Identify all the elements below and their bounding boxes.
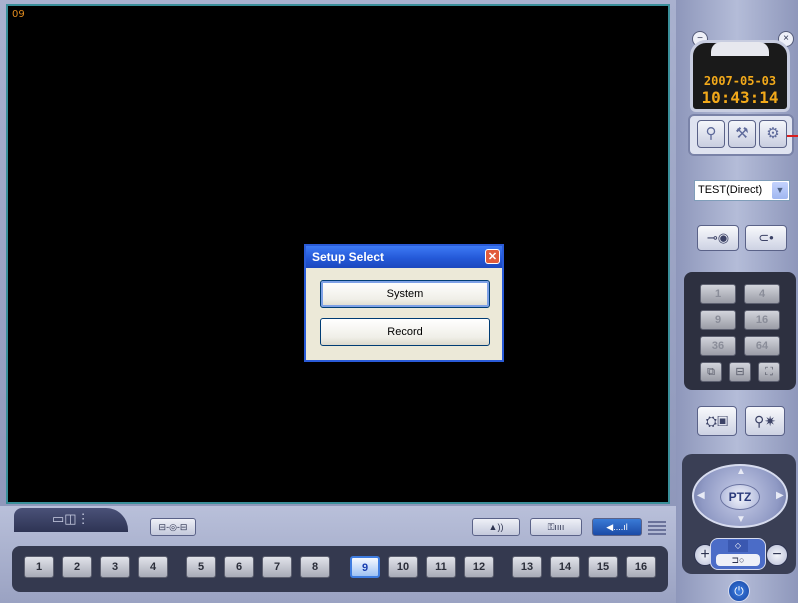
channel-6-button[interactable]: 6 [224, 556, 254, 578]
dialog-title: Setup Select [312, 250, 385, 264]
channel-3-button[interactable]: 3 [100, 556, 130, 578]
split-9-button[interactable]: 9 [700, 310, 736, 330]
ptz-up-icon[interactable]: ▲ [736, 466, 746, 477]
setup-select-dialog: Setup Select ✕ System Record [304, 244, 504, 362]
channel-14-button[interactable]: 14 [550, 556, 580, 578]
split-36-button[interactable]: 36 [700, 336, 736, 356]
channel-4-button[interactable]: 4 [138, 556, 168, 578]
channel-5-button[interactable]: 5 [186, 556, 216, 578]
clock-cap [711, 42, 769, 56]
split-4-button[interactable]: 4 [744, 284, 780, 304]
fullscreen-icon[interactable]: ⛶ [758, 362, 780, 382]
backup-icon[interactable]: ⛭▣ [697, 406, 737, 436]
search-icon[interactable]: ⚲ [697, 120, 725, 148]
single-icon[interactable]: ⊟ [729, 362, 751, 382]
alarm-icon[interactable]: ▲)) [472, 518, 520, 536]
iris-icon[interactable]: ⊐○ [716, 554, 760, 566]
pointer-line [787, 135, 798, 137]
channel-16-button[interactable]: 16 [626, 556, 656, 578]
chevron-down-icon[interactable]: ▼ [772, 182, 788, 199]
site-select[interactable]: TEST(Direct) ▼ [694, 180, 790, 201]
search-event-icon[interactable]: ⚲✷ [745, 406, 785, 436]
channel-13-button[interactable]: 13 [512, 556, 542, 578]
channel-15-button[interactable]: 15 [588, 556, 618, 578]
split-16-button[interactable]: 16 [744, 310, 780, 330]
channel-8-button[interactable]: 8 [300, 556, 330, 578]
ptz-left-icon[interactable]: ◀ [697, 490, 705, 501]
wrench-icon[interactable]: ⚒ [728, 120, 756, 148]
channel-2-button[interactable]: 2 [62, 556, 92, 578]
key-icon[interactable]: ⚿ıııı [530, 518, 582, 536]
volume-bars [648, 521, 666, 535]
clock-time: 10:43:14 [701, 88, 779, 107]
camera-label: 09 [12, 9, 25, 20]
channel-1-button[interactable]: 1 [24, 556, 54, 578]
channel-10-button[interactable]: 10 [388, 556, 418, 578]
clock-date: 2007-05-03 [703, 74, 777, 88]
site-select-value: TEST(Direct) [698, 184, 763, 196]
split-64-button[interactable]: 64 [744, 336, 780, 356]
connect-icon[interactable]: ⊸◉ [697, 225, 739, 251]
channel-7-button[interactable]: 7 [262, 556, 292, 578]
power-icon[interactable]: ⏻ [728, 580, 750, 602]
close-icon[interactable]: ✕ [485, 249, 500, 264]
gear-icon[interactable]: ⚙ [759, 120, 787, 148]
focus-icon[interactable]: ◇ [728, 540, 748, 552]
channel-12-button[interactable]: 12 [464, 556, 494, 578]
channel-11-button[interactable]: 11 [426, 556, 456, 578]
ptz-down-icon[interactable]: ▼ [736, 514, 746, 525]
zoom-out-icon[interactable]: − [766, 544, 788, 566]
dialog-title-bar[interactable]: Setup Select ✕ [306, 246, 502, 268]
disconnect-icon[interactable]: ⊂• [745, 225, 787, 251]
channel-9-button[interactable]: 9 [350, 556, 380, 578]
ptz-button[interactable]: PTZ [720, 484, 760, 510]
network-icon[interactable]: ⊟-◎-⊟ [150, 518, 196, 536]
camera-view-icon: ▭◫⋮ [52, 511, 90, 526]
split-1-button[interactable]: 1 [700, 284, 736, 304]
system-button[interactable]: System [320, 280, 490, 308]
record-button[interactable]: Record [320, 318, 490, 346]
ptz-right-icon[interactable]: ▶ [776, 490, 784, 501]
sequence-icon[interactable]: ⧉ [700, 362, 722, 382]
audio-icon[interactable]: ◀....ıl [592, 518, 642, 536]
